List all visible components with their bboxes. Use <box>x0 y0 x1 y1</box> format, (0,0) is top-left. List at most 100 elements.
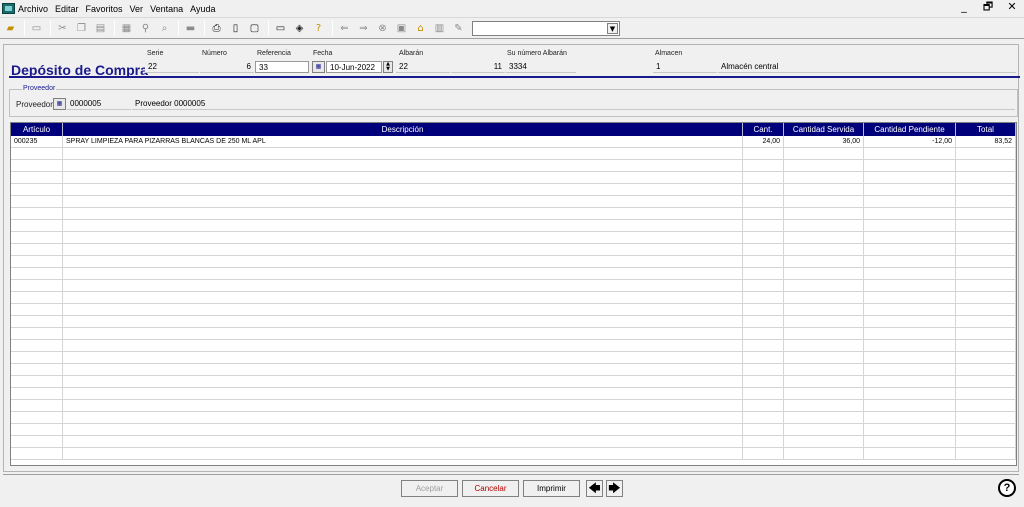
bookmark-icon[interactable]: ▥ <box>431 20 448 37</box>
empty-cell[interactable] <box>956 184 1016 195</box>
empty-cell[interactable] <box>864 424 956 435</box>
empty-cell[interactable] <box>864 196 956 207</box>
empty-cell[interactable] <box>743 364 784 375</box>
table-row-empty[interactable] <box>11 292 1016 304</box>
empty-cell[interactable] <box>784 148 864 159</box>
empty-cell[interactable] <box>864 436 956 447</box>
empty-cell[interactable] <box>784 316 864 327</box>
cell-cantidad-servida[interactable]: 36,00 <box>784 136 864 147</box>
empty-cell[interactable] <box>743 328 784 339</box>
cell-cantidad-pendiente[interactable]: -12,00 <box>864 136 956 147</box>
empty-cell[interactable] <box>63 184 743 195</box>
table-row-empty[interactable] <box>11 172 1016 184</box>
table-row-empty[interactable] <box>11 340 1016 352</box>
empty-cell[interactable] <box>11 244 63 255</box>
empty-cell[interactable] <box>864 340 956 351</box>
cell-total[interactable]: 83,52 <box>956 136 1016 147</box>
proveedor-lookup-icon[interactable]: ▦ <box>53 98 66 110</box>
aceptar-button[interactable]: Aceptar <box>401 480 458 497</box>
empty-cell[interactable] <box>11 292 63 303</box>
empty-cell[interactable] <box>743 292 784 303</box>
spin-down-icon[interactable]: ▼ <box>384 67 392 72</box>
empty-cell[interactable] <box>784 364 864 375</box>
empty-cell[interactable] <box>63 364 743 375</box>
empty-cell[interactable] <box>956 280 1016 291</box>
empty-cell[interactable] <box>63 280 743 291</box>
empty-cell[interactable] <box>956 388 1016 399</box>
col-articulo[interactable]: Artículo <box>11 123 63 136</box>
empty-cell[interactable] <box>63 352 743 363</box>
empty-cell[interactable] <box>11 340 63 351</box>
empty-cell[interactable] <box>63 172 743 183</box>
empty-cell[interactable] <box>956 148 1016 159</box>
table-row-empty[interactable] <box>11 208 1016 220</box>
empty-cell[interactable] <box>784 304 864 315</box>
empty-cell[interactable] <box>956 256 1016 267</box>
empty-cell[interactable] <box>784 412 864 423</box>
empty-cell[interactable] <box>864 172 956 183</box>
empty-cell[interactable] <box>864 220 956 231</box>
stop-icon[interactable]: ⊗ <box>374 20 391 37</box>
table-row-empty[interactable] <box>11 256 1016 268</box>
empty-cell[interactable] <box>864 160 956 171</box>
empty-cell[interactable] <box>743 400 784 411</box>
empty-cell[interactable] <box>956 208 1016 219</box>
empty-cell[interactable] <box>63 436 743 447</box>
empty-cell[interactable] <box>956 340 1016 351</box>
table-row-empty[interactable] <box>11 268 1016 280</box>
empty-cell[interactable] <box>864 352 956 363</box>
edit-icon[interactable]: ✎ <box>450 20 467 37</box>
empty-cell[interactable] <box>743 244 784 255</box>
empty-cell[interactable] <box>11 172 63 183</box>
empty-cell[interactable] <box>864 412 956 423</box>
table-row-empty[interactable] <box>11 244 1016 256</box>
empty-cell[interactable] <box>11 160 63 171</box>
empty-cell[interactable] <box>784 352 864 363</box>
empty-cell[interactable] <box>956 436 1016 447</box>
select-icon[interactable]: ▦ <box>118 20 135 37</box>
open-folder-icon[interactable]: ▰ <box>2 20 19 37</box>
preview-icon[interactable]: ▢ <box>246 20 263 37</box>
empty-cell[interactable] <box>956 448 1016 459</box>
empty-cell[interactable] <box>11 424 63 435</box>
previous-arrow-icon[interactable]: 🡄 <box>586 480 603 497</box>
empty-cell[interactable] <box>743 220 784 231</box>
empty-cell[interactable] <box>784 292 864 303</box>
empty-cell[interactable] <box>784 400 864 411</box>
empty-cell[interactable] <box>864 292 956 303</box>
empty-cell[interactable] <box>63 292 743 303</box>
empty-cell[interactable] <box>63 220 743 231</box>
empty-cell[interactable] <box>11 352 63 363</box>
empty-cell[interactable] <box>63 256 743 267</box>
restore-button[interactable]: 🗗 <box>978 0 998 15</box>
table-row-empty[interactable] <box>11 376 1016 388</box>
empty-cell[interactable] <box>743 268 784 279</box>
empty-cell[interactable] <box>11 232 63 243</box>
empty-cell[interactable] <box>864 304 956 315</box>
empty-cell[interactable] <box>743 340 784 351</box>
empty-cell[interactable] <box>864 364 956 375</box>
fecha-spinner[interactable]: ▲ ▼ <box>383 61 393 73</box>
new-doc-icon[interactable]: ▭ <box>28 20 45 37</box>
table-row-empty[interactable] <box>11 352 1016 364</box>
empty-cell[interactable] <box>63 376 743 387</box>
table-row-empty[interactable] <box>11 448 1016 460</box>
empty-cell[interactable] <box>784 208 864 219</box>
empty-cell[interactable] <box>784 280 864 291</box>
empty-cell[interactable] <box>784 256 864 267</box>
empty-cell[interactable] <box>11 196 63 207</box>
empty-cell[interactable] <box>864 280 956 291</box>
empty-cell[interactable] <box>864 148 956 159</box>
empty-cell[interactable] <box>11 328 63 339</box>
table-row-empty[interactable] <box>11 316 1016 328</box>
empty-cell[interactable] <box>956 364 1016 375</box>
empty-cell[interactable] <box>63 316 743 327</box>
help-icon[interactable]: ? <box>998 479 1016 497</box>
cell-articulo[interactable]: 000235 <box>11 136 63 147</box>
empty-cell[interactable] <box>956 328 1016 339</box>
empty-cell[interactable] <box>11 376 63 387</box>
empty-cell[interactable] <box>956 232 1016 243</box>
empty-cell[interactable] <box>63 160 743 171</box>
empty-cell[interactable] <box>743 376 784 387</box>
empty-cell[interactable] <box>63 268 743 279</box>
